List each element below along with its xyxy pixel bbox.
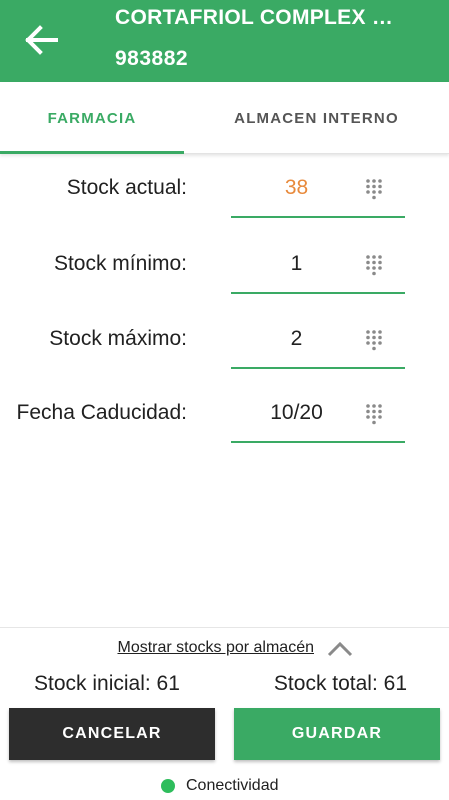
arrow-back-icon [25, 25, 58, 55]
cancel-button[interactable]: CANCELAR [9, 708, 215, 760]
stock-minimo-input[interactable]: 1 [231, 252, 362, 276]
tab-bar: FARMACIA ALMACEN INTERNO [0, 82, 449, 154]
page-title: CORTAFRIOL COMPLEX … [115, 6, 394, 29]
field-underline [231, 292, 405, 294]
app-bar: CORTAFRIOL COMPLEX … 983882 [0, 0, 449, 82]
stock-inicial-text: Stock inicial: 61 [34, 672, 180, 695]
field-label: Stock actual: [66, 176, 187, 199]
save-button[interactable]: GUARDAR [234, 708, 440, 760]
field-row-fecha-caducidad: Fecha Caducidad: 10/20 [0, 385, 449, 445]
field-underline [231, 367, 405, 369]
back-button[interactable] [22, 24, 62, 56]
field-row-stock-maximo: Stock máximo: 2 [0, 311, 449, 371]
tab-farmacia[interactable]: FARMACIA [0, 82, 184, 154]
page-subtitle: 983882 [115, 47, 189, 70]
dialpad-icon[interactable] [365, 178, 383, 200]
field-label: Stock máximo: [49, 327, 187, 350]
tab-almacen-interno[interactable]: ALMACEN INTERNO [184, 82, 449, 154]
chevron-up-icon[interactable] [326, 640, 354, 658]
stock-maximo-input[interactable]: 2 [231, 327, 362, 351]
stock-actual-input[interactable]: 38 [231, 176, 362, 200]
dialpad-icon[interactable] [365, 403, 383, 425]
stock-total-text: Stock total: 61 [273, 672, 407, 695]
dialpad-icon[interactable] [365, 329, 383, 351]
field-underline [231, 441, 405, 443]
fecha-caducidad-input[interactable]: 10/20 [231, 401, 362, 425]
status-dot-icon [161, 779, 175, 793]
field-underline [231, 216, 405, 218]
field-label: Stock mínimo: [53, 252, 187, 275]
bottom-panel: Mostrar stocks por almacén Stock inicial… [0, 627, 449, 800]
field-row-stock-minimo: Stock mínimo: 1 [0, 236, 449, 296]
field-label: Fecha Caducidad: [16, 401, 187, 424]
active-tab-indicator [0, 151, 184, 154]
dialpad-icon[interactable] [365, 254, 383, 276]
field-row-stock-actual: Stock actual: 38 [0, 160, 449, 220]
connectivity-status: Conectividad [0, 777, 449, 799]
status-label: Conectividad [186, 777, 279, 794]
